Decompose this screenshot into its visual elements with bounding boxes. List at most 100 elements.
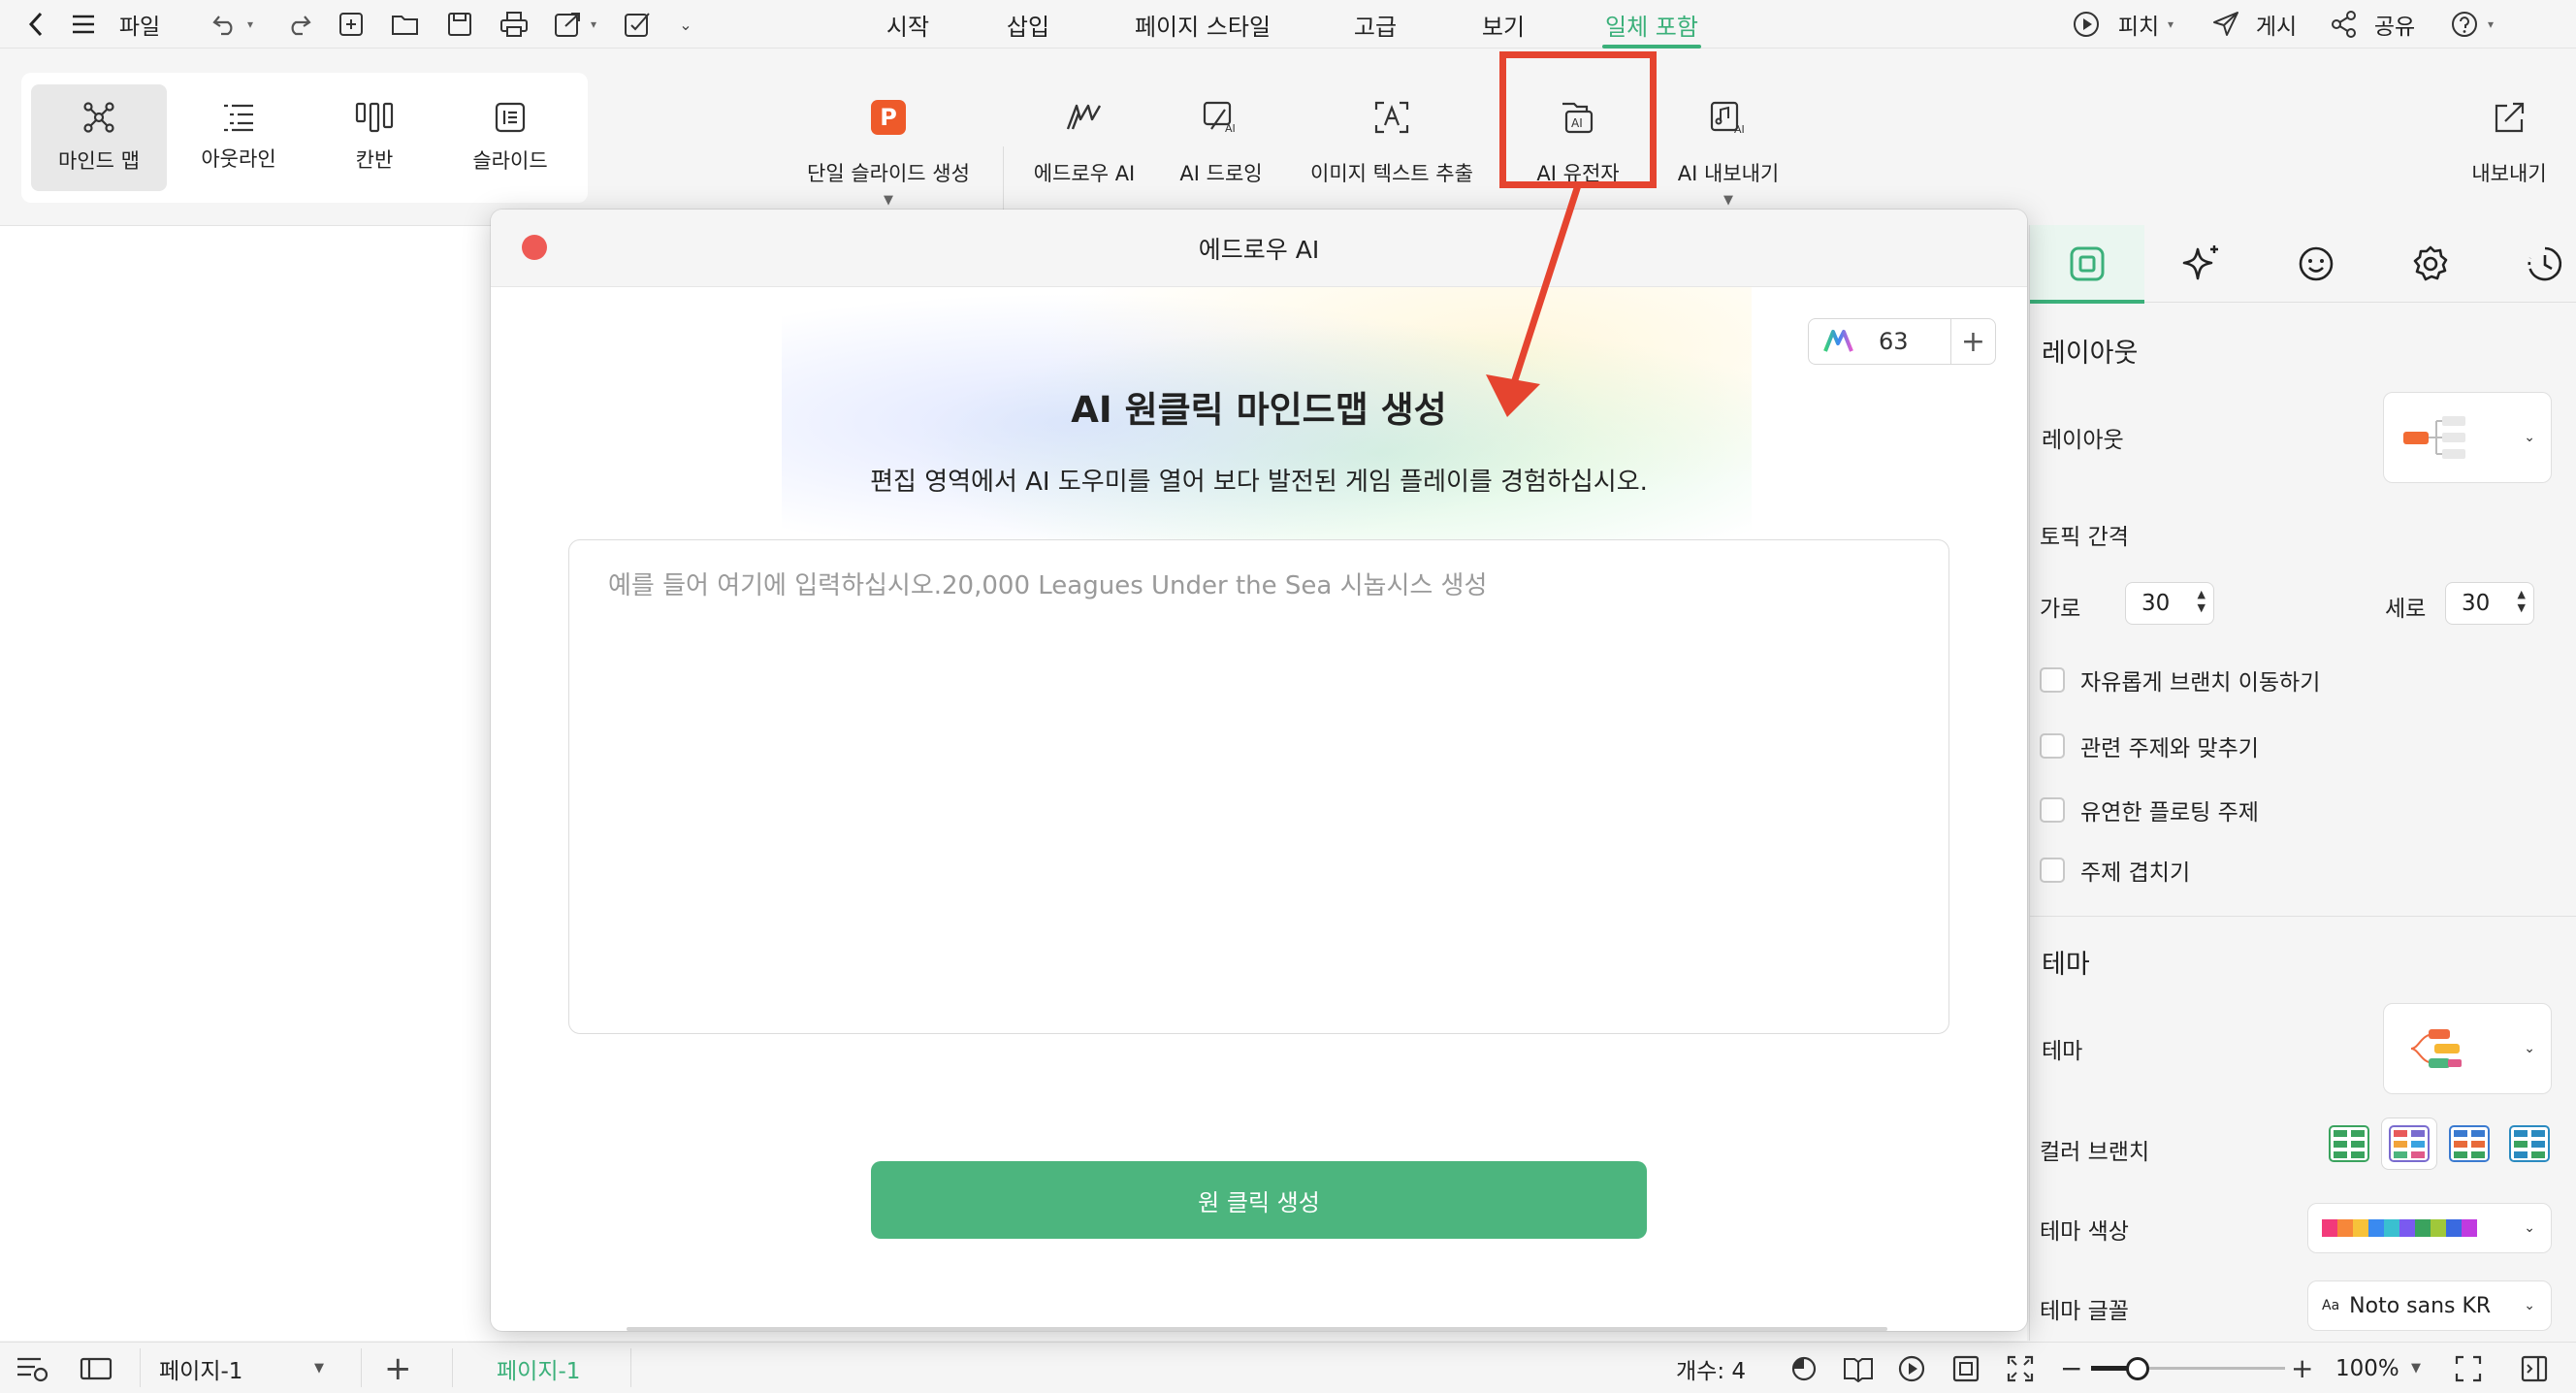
open-folder-icon[interactable]: [388, 0, 423, 49]
book-icon[interactable]: [1843, 1343, 1874, 1393]
export-file-icon[interactable]: [551, 0, 586, 49]
undo-icon[interactable]: [208, 0, 242, 49]
svg-text:AI: AI: [1734, 123, 1745, 135]
sidebar-toggle-icon[interactable]: [80, 1343, 113, 1393]
one-click-generate-button[interactable]: 원 클릭 생성: [871, 1161, 1647, 1239]
theme-font-value: Noto sans KR: [2349, 1293, 2492, 1318]
theme-font-select[interactable]: Aa Noto sans KR ⌄: [2307, 1280, 2552, 1331]
single-slide-dropdown-icon[interactable]: ▼: [884, 193, 893, 208]
view-kanban-button[interactable]: 칸반: [306, 84, 442, 191]
add-page-icon[interactable]: +: [384, 1343, 412, 1393]
export-file-dropdown-icon[interactable]: ▾: [586, 0, 601, 49]
dialog-scrollbar[interactable]: [627, 1327, 1887, 1331]
tab-insert[interactable]: 삽입: [999, 0, 1057, 49]
checkbox-box[interactable]: [2040, 667, 2065, 693]
publish-send-icon[interactable]: [2209, 0, 2242, 49]
theme-color-select[interactable]: ⌄: [2307, 1203, 2552, 1253]
file-menu[interactable]: 파일: [111, 0, 169, 49]
clock-icon: [2526, 244, 2564, 283]
share-icon[interactable]: [2328, 0, 2361, 49]
pitch-play-icon[interactable]: [2070, 0, 2103, 49]
more-dropdown-icon[interactable]: ⌄: [673, 0, 698, 49]
edraw-ai-logo-icon: [1822, 329, 1859, 354]
help-icon[interactable]: [2448, 0, 2481, 49]
page-dropdown-icon[interactable]: ▼: [314, 1343, 324, 1393]
annotation-arrow-icon: [1486, 180, 1583, 417]
flexible-floating-topic-checkbox[interactable]: 유연한 플로팅 주제: [2040, 794, 2259, 826]
zoom-slider[interactable]: [2091, 1343, 2285, 1393]
view-mindmap-button[interactable]: 마인드 맵: [31, 84, 167, 191]
align-related-topics-checkbox[interactable]: 관련 주제와 맞추기: [2040, 729, 2259, 762]
zoom-out-icon[interactable]: −: [2060, 1343, 2082, 1393]
save-icon[interactable]: [442, 0, 477, 49]
highlight-annotation-box: [1499, 51, 1657, 188]
checkbox-box[interactable]: [2040, 797, 2065, 823]
tab-layout-style[interactable]: [2030, 225, 2144, 304]
vertical-spacing-stepper[interactable]: 30 ▲ ▼: [2445, 582, 2534, 625]
fit-window-icon[interactable]: [2006, 1343, 2035, 1393]
share-button[interactable]: 공유: [2370, 0, 2419, 49]
hamburger-menu-icon[interactable]: [66, 0, 101, 49]
menu-bar: 파일 ▾ ▾ ⌄ 시작 삽입 페이지 스타일 고급 보기 일체 포함 피치 ▾ …: [0, 0, 2576, 49]
tab-ai-sparkle[interactable]: [2144, 225, 2259, 303]
horizontal-spacing-stepper[interactable]: 30 ▲ ▼: [2125, 582, 2214, 625]
fit-page-icon[interactable]: [1951, 1343, 1980, 1393]
color-branch-option-green[interactable]: [2321, 1118, 2377, 1170]
overlap-topics-checkbox[interactable]: 주제 겹치기: [2040, 854, 2190, 887]
pitch-button[interactable]: 피치: [2114, 0, 2163, 49]
tab-settings[interactable]: [2373, 225, 2488, 303]
close-dialog-button[interactable]: [522, 235, 547, 260]
tab-start[interactable]: 시작: [879, 0, 937, 49]
edit-check-icon[interactable]: [621, 0, 656, 49]
undo-dropdown-icon[interactable]: ▾: [242, 0, 258, 49]
page-select[interactable]: 페이지-1: [159, 1343, 242, 1393]
redo-icon[interactable]: [281, 0, 316, 49]
mindmap-icon: [82, 101, 115, 134]
zoom-slider-handle[interactable]: [2126, 1357, 2149, 1380]
stepper-arrows-icon[interactable]: ▲ ▼: [2198, 588, 2206, 615]
ai-drawing-button[interactable]: AI AI 드로잉: [1164, 88, 1278, 214]
zoom-level[interactable]: 100%: [2335, 1343, 2399, 1393]
ai-export-dropdown-icon[interactable]: ▼: [1723, 193, 1733, 208]
tab-page-style[interactable]: 페이지 스타일: [1125, 0, 1280, 49]
print-icon[interactable]: [497, 0, 531, 49]
tab-advanced[interactable]: 고급: [1346, 0, 1404, 49]
tab-history[interactable]: [2488, 225, 2576, 303]
pie-chart-icon[interactable]: [1790, 1343, 1818, 1393]
sparkle-icon: [2180, 243, 2223, 284]
topic-count: 개수: 4: [1676, 1358, 1747, 1384]
zoom-dropdown-icon[interactable]: ▼: [2411, 1343, 2421, 1393]
collapse-panel-icon[interactable]: [2520, 1343, 2549, 1393]
ai-export-button[interactable]: AI AI 내보내기 ▼: [1664, 88, 1792, 214]
pitch-dropdown-icon[interactable]: ▾: [2163, 0, 2178, 49]
color-palette-icon: [2322, 1219, 2500, 1237]
tab-view[interactable]: 보기: [1474, 0, 1532, 49]
color-branch-option-rainbow[interactable]: [2381, 1118, 2437, 1170]
new-file-icon[interactable]: [334, 0, 369, 49]
stepper-arrows-icon[interactable]: ▲ ▼: [2518, 588, 2526, 615]
free-branch-move-checkbox[interactable]: 자유롭게 브랜치 이동하기: [2040, 664, 2320, 696]
view-outline-button[interactable]: 아웃라인: [171, 84, 306, 191]
tab-ai[interactable]: 일체 포함: [1602, 0, 1701, 49]
publish-button[interactable]: 게시: [2252, 0, 2301, 49]
edraw-ai-button[interactable]: 에드로우 AI: [1026, 88, 1143, 214]
single-slide-generate-button[interactable]: P 단일 슬라이드 생성 ▼: [793, 88, 983, 214]
color-branch-option-multi[interactable]: [2441, 1118, 2497, 1170]
zoom-in-icon[interactable]: +: [2291, 1343, 2313, 1393]
checkbox-box[interactable]: [2040, 858, 2065, 883]
theme-select[interactable]: ⌄: [2383, 1003, 2552, 1094]
outline-list-icon[interactable]: [16, 1343, 50, 1393]
page-tab-active[interactable]: 페이지-1: [497, 1343, 580, 1393]
prompt-input[interactable]: [568, 539, 1949, 1034]
fullscreen-icon[interactable]: [2454, 1343, 2483, 1393]
export-button[interactable]: 내보내기: [2456, 88, 2562, 214]
layout-select[interactable]: ⌄: [2383, 392, 2552, 483]
add-credits-button[interactable]: +: [1950, 319, 1995, 364]
view-slides-button[interactable]: 슬라이드: [442, 84, 578, 191]
checkbox-box[interactable]: [2040, 733, 2065, 759]
back-icon[interactable]: [21, 0, 50, 49]
help-dropdown-icon[interactable]: ▾: [2483, 0, 2498, 49]
tab-emoji[interactable]: [2259, 225, 2373, 303]
color-branch-option-blue[interactable]: [2501, 1118, 2558, 1170]
play-icon[interactable]: [1897, 1343, 1926, 1393]
